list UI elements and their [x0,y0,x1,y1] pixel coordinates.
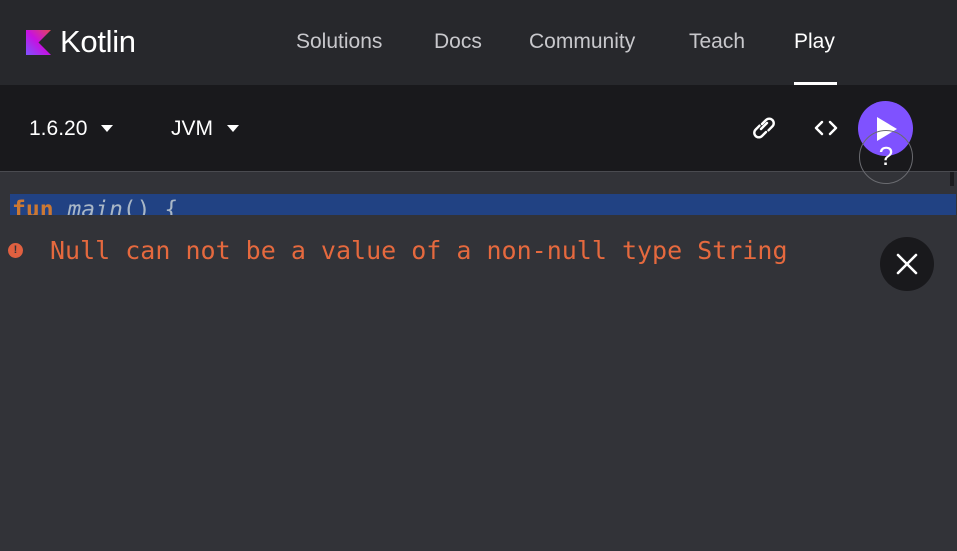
code-function-name: main [67,197,123,215]
nav-item-teach[interactable]: Teach [689,29,745,55]
error-message: Null can not be a value of a non-null ty… [50,236,788,265]
nav-item-community[interactable]: Community [529,29,635,55]
top-navigation: Kotlin Solutions Docs Community Teach Pl… [0,0,957,85]
brand-name: Kotlin [60,24,136,59]
code-brackets-icon [814,120,838,136]
close-error-button[interactable] [880,237,934,291]
kotlin-logo[interactable]: Kotlin [26,26,136,58]
close-icon [896,253,918,275]
share-link-button[interactable] [749,115,779,141]
code-editor-line[interactable]: fun main() { [10,194,956,215]
chevron-down-icon [101,124,114,132]
link-icon [753,117,775,139]
help-button[interactable]: ? [859,130,913,184]
chevron-down-icon [227,124,239,132]
nav-item-solutions[interactable]: Solutions [296,29,382,55]
nav-item-play[interactable]: Play [794,29,835,55]
target-value: JVM [171,117,213,140]
code-keyword: fun [12,197,54,215]
version-dropdown[interactable]: 1.6.20 [29,117,114,141]
embed-code-button[interactable] [811,115,841,141]
error-output-panel: ! Null can not be a value of a non-null … [0,215,957,551]
code-rest: () { [122,197,179,215]
error-icon: ! [8,243,23,258]
version-value: 1.6.20 [29,117,88,140]
nav-item-docs[interactable]: Docs [434,29,482,55]
target-dropdown[interactable]: JVM [171,117,239,141]
playground-toolbar: 1.6.20 JVM [0,85,957,172]
code-text: fun main() { [12,196,178,215]
kotlin-logo-icon [26,29,51,55]
editor-scrollbar[interactable] [950,172,954,186]
